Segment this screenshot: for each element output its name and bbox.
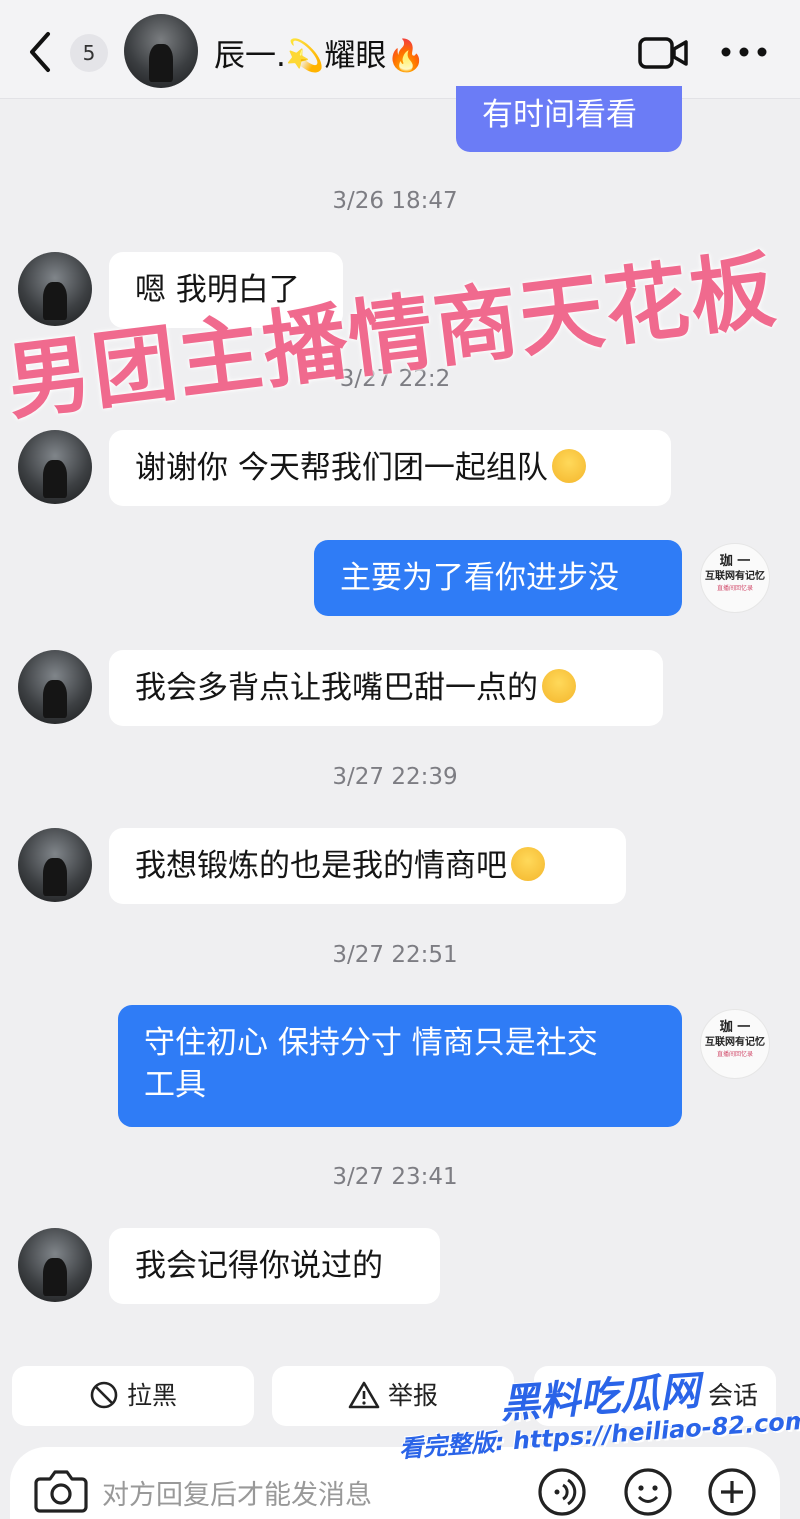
my-avatar[interactable]: 珈 一 互联网有记忆 直播间回忆录 <box>700 543 770 613</box>
chat-header: 5 辰一.💫耀眼🔥 <box>0 0 800 99</box>
my-avatar-line2: 互联网有记忆 <box>705 1037 765 1048</box>
video-call-icon[interactable] <box>638 36 688 70</box>
timestamp: 3/26 18:47 <box>332 188 458 214</box>
message-text: 主要为了看你进步没 <box>340 560 619 596</box>
message-text-line2: 工具 <box>144 1067 206 1103</box>
outgoing-message[interactable]: 主要为了看你进步没 <box>314 540 682 616</box>
timestamp: 3/27 22:51 <box>332 942 458 968</box>
laughing-emoji-icon <box>511 847 545 881</box>
block-button[interactable]: 拉黑 <box>12 1366 254 1426</box>
message-text-line1: 守住初心 保持分寸 情商只是社交 <box>144 1025 598 1061</box>
incoming-message[interactable]: 我会记得你说过的 <box>109 1228 440 1304</box>
message-text: 我想锻炼的也是我的情商吧 <box>135 848 507 884</box>
back-arrow-icon[interactable] <box>22 28 62 76</box>
report-button[interactable]: 举报 <box>272 1366 514 1426</box>
block-label: 拉黑 <box>126 1381 177 1410</box>
unread-count-badge[interactable]: 5 <box>70 34 108 72</box>
more-options-icon[interactable] <box>720 46 768 58</box>
smirk-emoji-icon <box>542 669 576 703</box>
contact-message-avatar[interactable] <box>18 650 92 724</box>
camera-icon[interactable] <box>34 1467 88 1513</box>
report-label: 举报 <box>387 1381 438 1410</box>
my-avatar-line2: 互联网有记忆 <box>705 571 765 582</box>
message-text: 有时间看看 <box>482 97 637 133</box>
message-text: 我会记得你说过的 <box>135 1248 383 1284</box>
my-avatar-line3: 直播间回忆录 <box>716 585 753 592</box>
contact-message-avatar[interactable] <box>18 828 92 902</box>
site-watermark: 黑料吃瓜网 看完整版: https://heiliao-82.com <box>398 1351 800 1512</box>
outgoing-message[interactable]: 有时间看看 <box>456 86 682 152</box>
block-icon <box>90 1381 118 1409</box>
contact-name[interactable]: 辰一.💫耀眼🔥 <box>214 30 425 75</box>
timestamp: 3/27 23:41 <box>332 1164 458 1190</box>
message-input[interactable]: 对方回复后才能发消息 <box>102 1473 372 1512</box>
timestamp: 3/27 22:39 <box>332 764 458 790</box>
contact-message-avatar[interactable] <box>18 1228 92 1302</box>
contact-avatar[interactable] <box>124 14 198 88</box>
my-avatar-line1: 珈 一 <box>719 554 751 569</box>
smirk-emoji-icon <box>551 449 586 483</box>
outgoing-message[interactable]: 守住初心 保持分寸 情商只是社交 工具 <box>118 1005 682 1127</box>
my-avatar[interactable]: 珈 一 互联网有记忆 直播间回忆录 <box>700 1009 770 1079</box>
message-text: 我会多背点让我嘴巴甜一点的 <box>135 670 538 706</box>
my-avatar-line3: 直播间回忆录 <box>716 1051 753 1058</box>
incoming-message[interactable]: 我想锻炼的也是我的情商吧 <box>109 828 626 904</box>
incoming-message[interactable]: 我会多背点让我嘴巴甜一点的 <box>109 650 663 726</box>
my-avatar-line1: 珈 一 <box>719 1020 751 1035</box>
warning-icon <box>348 1381 380 1409</box>
